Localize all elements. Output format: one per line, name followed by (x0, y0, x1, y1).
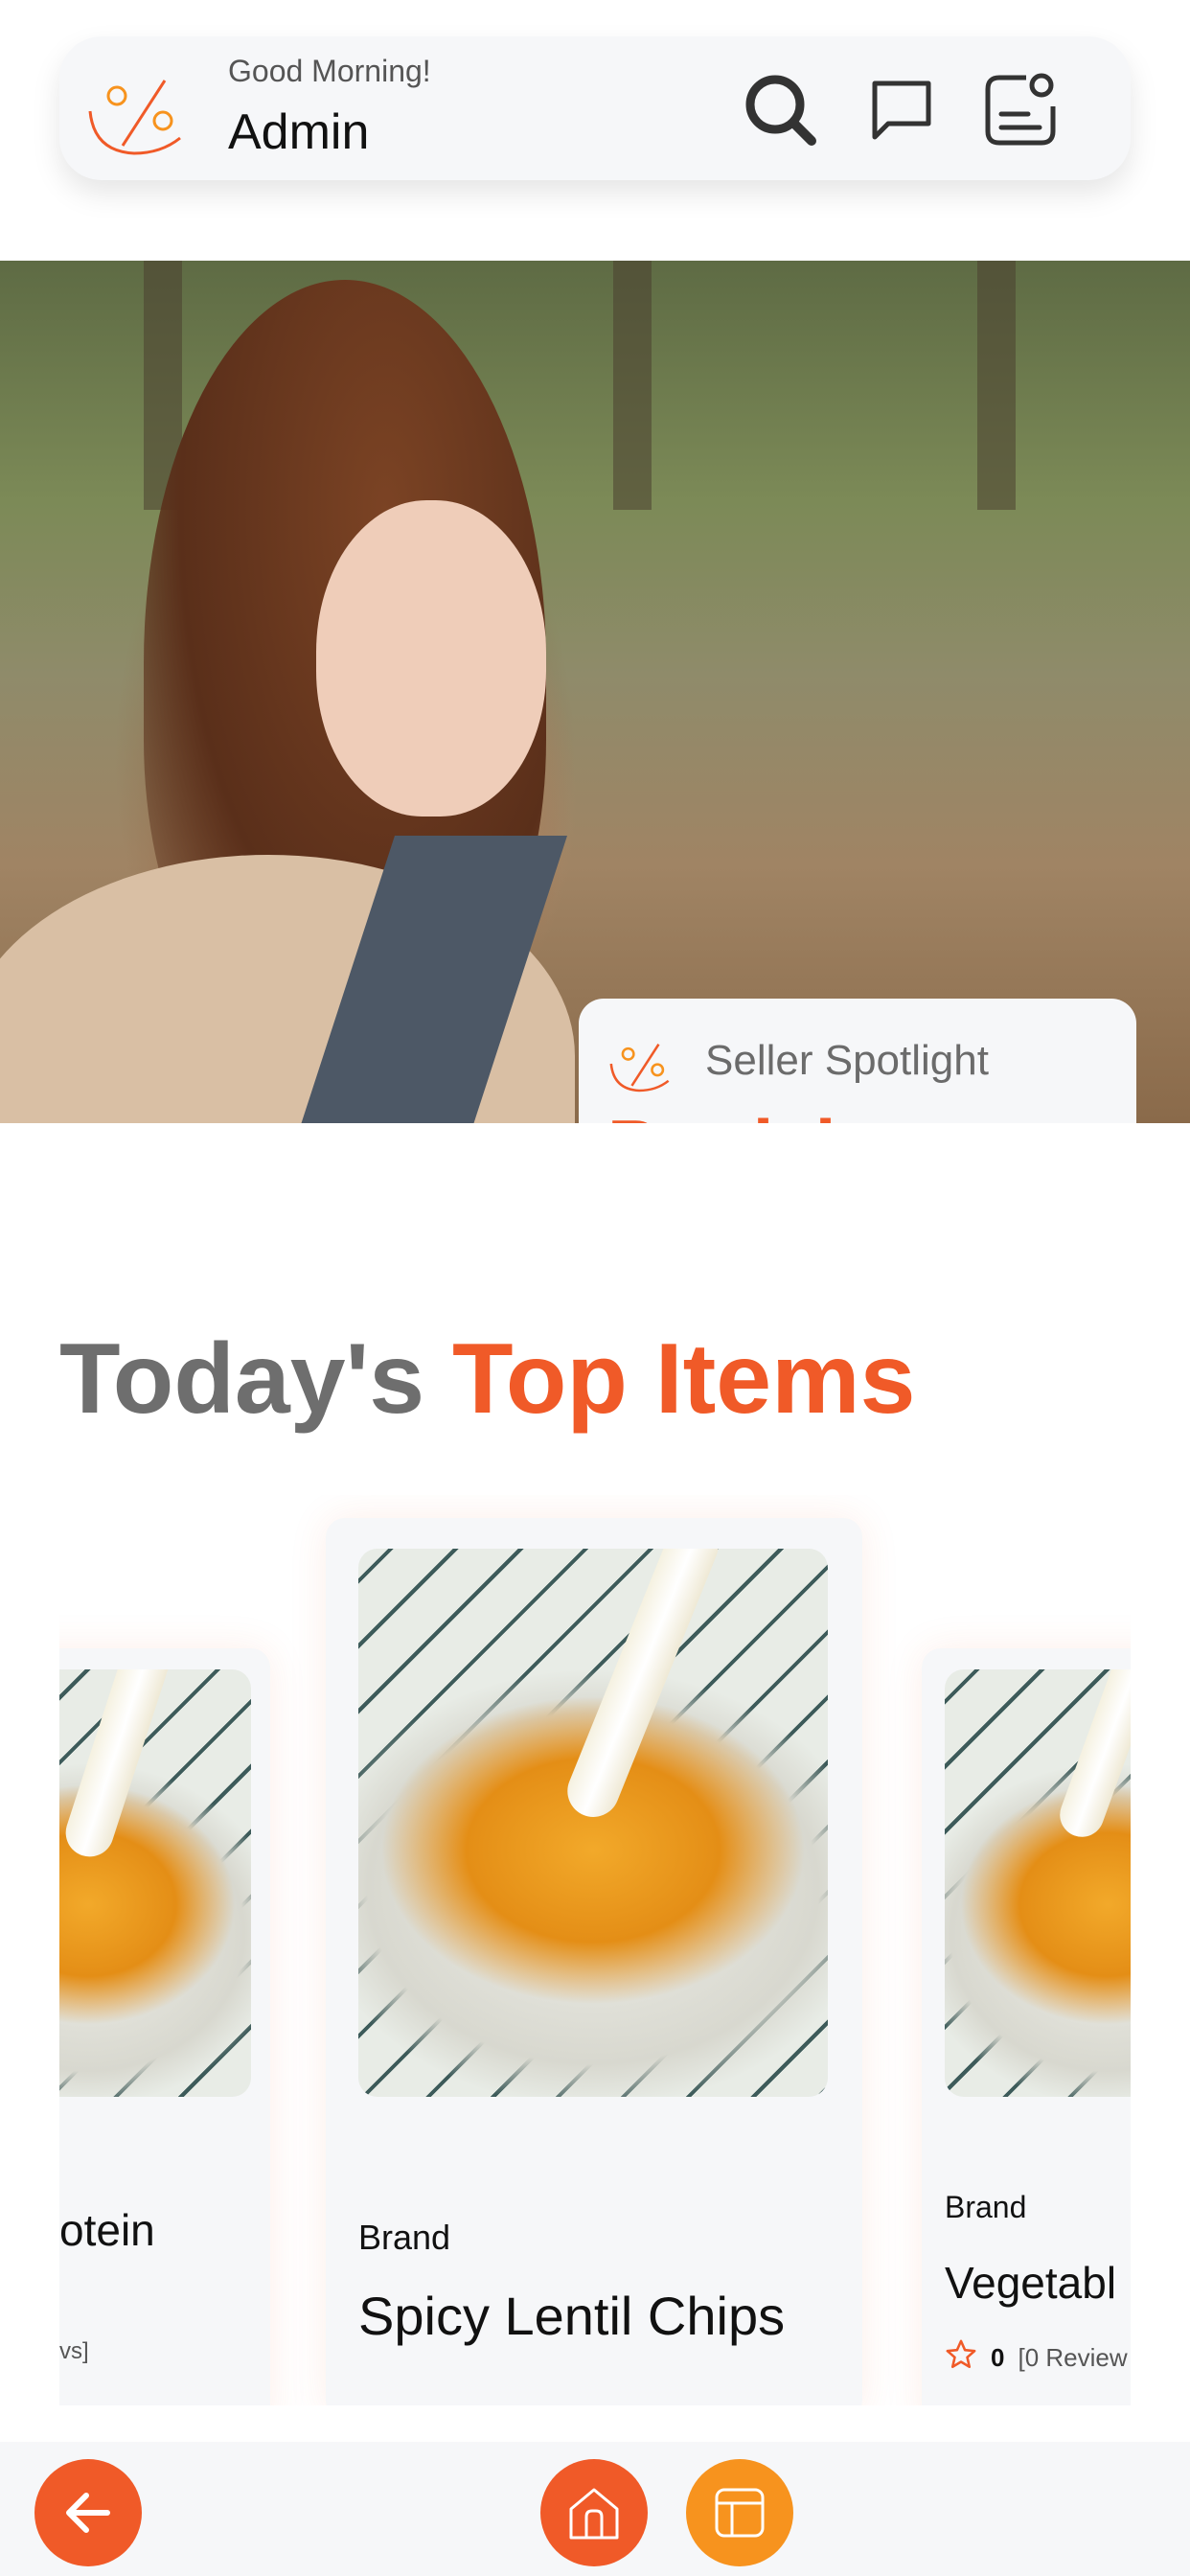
product-brand: Brand (945, 2190, 1027, 2224)
notification-icon[interactable] (979, 69, 1062, 151)
home-button[interactable] (540, 2459, 648, 2566)
product-rating: vs] (59, 2338, 89, 2365)
product-image-milk (560, 1549, 726, 1826)
spotlight-card[interactable]: Seller Spotlight Patricia Adamson (579, 999, 1136, 1123)
rating-value: 0 (991, 2343, 1005, 2372)
product-name[interactable]: otein (59, 2204, 155, 2256)
layout-icon (715, 2488, 765, 2538)
seller-name[interactable]: Patricia Adamson (607, 1104, 1125, 1123)
product-image (59, 1669, 251, 2097)
product-rating: 0 [0 Review (945, 2338, 1128, 2378)
product-image-milk (1053, 1669, 1131, 1844)
greeting-text: Good Morning! (228, 54, 431, 88)
app-header: Good Morning! Admin (59, 36, 1131, 180)
chat-icon[interactable] (860, 69, 943, 151)
seller-spotlight-banner[interactable]: Seller Spotlight Patricia Adamson (0, 261, 1190, 1123)
spotlight-label: Seller Spotlight (705, 1037, 989, 1084)
section-title: Today's Top Items (59, 1322, 915, 1437)
product-name[interactable]: Spicy Lentil Chips (358, 2285, 785, 2347)
back-button[interactable] (34, 2459, 142, 2566)
product-card[interactable]: Brand Vegetabl 0 [0 Review (922, 1648, 1131, 2405)
username-text: Admin (228, 104, 370, 160)
rating-count: vs] (59, 2338, 89, 2364)
section-title-part2: Top Items (452, 1323, 916, 1435)
layout-button[interactable] (686, 2459, 793, 2566)
section-title-part1: Today's (59, 1323, 453, 1435)
background-tree (977, 261, 1016, 510)
background-tree (613, 261, 652, 510)
arrow-left-icon (66, 2493, 110, 2533)
brand-logo-icon (607, 1033, 675, 1094)
star-icon (945, 2338, 977, 2378)
product-image (945, 1669, 1131, 2097)
search-icon[interactable] (740, 69, 822, 151)
home-icon (569, 2488, 619, 2540)
product-brand: Brand (358, 2218, 451, 2257)
rating-count: [0 Review (1018, 2343, 1128, 2372)
product-name[interactable]: Vegetabl (945, 2257, 1116, 2309)
product-card[interactable]: otein vs] (59, 1648, 270, 2405)
seller-photo-face (316, 500, 546, 816)
product-image-milk (59, 1669, 176, 1863)
product-card[interactable]: Brand Spicy Lentil Chips (326, 1518, 862, 2405)
product-image (358, 1549, 828, 2097)
brand-logo-icon[interactable] (84, 63, 190, 159)
top-items-carousel[interactable]: otein vs] Brand Spicy Lentil Chips Brand… (59, 1495, 1131, 2405)
